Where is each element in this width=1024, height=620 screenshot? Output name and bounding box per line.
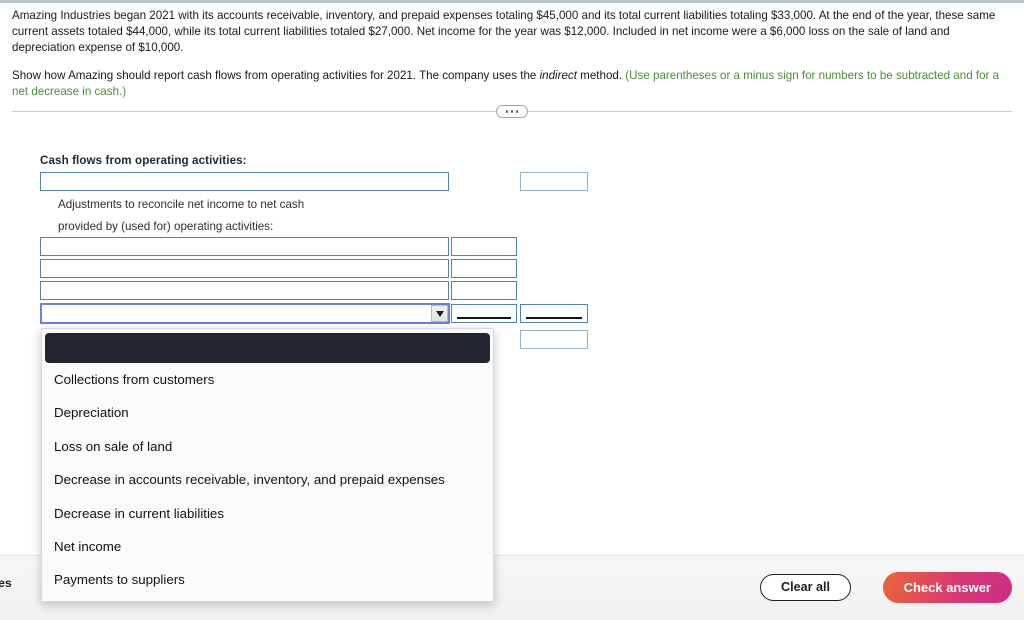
row-5-amount-rule <box>457 317 511 319</box>
chevron-down-icon[interactable] <box>431 305 448 322</box>
dropdown-option-6[interactable]: Payments to suppliers <box>42 563 493 596</box>
adjustments-line-2: provided by (used for) operating activit… <box>58 220 274 233</box>
row-2-amount-input[interactable] <box>451 237 517 256</box>
row-4-amount-input[interactable] <box>451 281 517 300</box>
row-5-account-combobox[interactable] <box>40 303 450 324</box>
problem-instruction-mid: method. <box>576 68 626 82</box>
adjustments-line-1: Adjustments to reconcile net income to n… <box>58 198 305 211</box>
row-5-total-rule <box>526 317 582 319</box>
top-strip <box>0 0 1024 3</box>
dropdown-option-blank[interactable] <box>45 333 490 363</box>
problem-paragraph-1: Amazing Industries began 2021 with its a… <box>12 9 996 55</box>
problem-paragraph-2: Show how Amazing should report cash flow… <box>12 68 1012 100</box>
account-dropdown-list[interactable]: Collections from customers Depreciation … <box>41 328 494 602</box>
row-3-label-input[interactable] <box>40 259 449 278</box>
truncated-left-label: es <box>0 576 12 590</box>
row-1-label-input[interactable] <box>40 172 449 191</box>
section-divider <box>12 105 1012 118</box>
ellipsis-handle-icon[interactable] <box>496 105 528 118</box>
dropdown-option-0[interactable]: Collections from customers <box>42 363 493 396</box>
worksheet-title: Cash flows from operating activities: <box>40 154 247 167</box>
row-2-label-input[interactable] <box>40 237 449 256</box>
row-4-label-input[interactable] <box>40 281 449 300</box>
problem-statement: Amazing Industries began 2021 with its a… <box>12 8 1012 100</box>
dropdown-option-2[interactable]: Loss on sale of land <box>42 430 493 463</box>
dot-3 <box>515 110 519 113</box>
check-answer-button[interactable]: Check answer <box>882 572 1012 603</box>
dropdown-option-1[interactable]: Depreciation <box>42 396 493 429</box>
row-5-amount-input[interactable] <box>451 304 517 323</box>
row-5-total-input[interactable] <box>520 304 588 323</box>
problem-instruction-lead: Show how Amazing should report cash flow… <box>12 68 540 82</box>
dot-2 <box>510 110 514 113</box>
dropdown-option-5[interactable]: Net income <box>42 530 493 563</box>
row-1-amount-input[interactable] <box>520 172 588 191</box>
dropdown-option-4[interactable]: Decrease in current liabilities <box>42 497 493 530</box>
clear-all-button[interactable]: Clear all <box>759 574 851 601</box>
indirect-method-emphasis: indirect <box>539 68 577 82</box>
row-3-amount-input[interactable] <box>451 259 517 278</box>
dropdown-option-3[interactable]: Decrease in accounts receivable, invento… <box>42 463 493 496</box>
exercise-page: Amazing Industries began 2021 with its a… <box>0 0 1024 620</box>
dot-1 <box>505 110 509 113</box>
net-cash-total-input[interactable] <box>520 330 588 349</box>
